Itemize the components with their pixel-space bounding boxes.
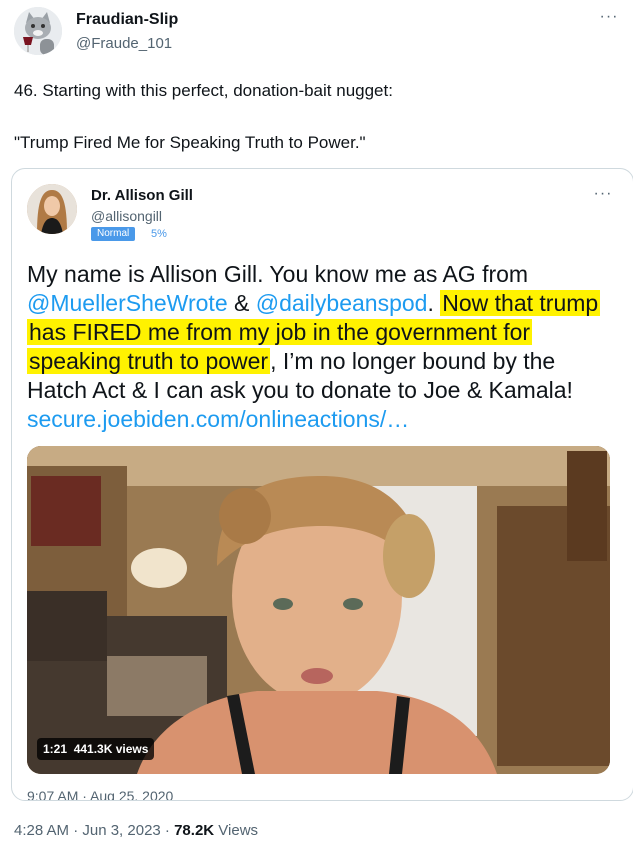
more-options-icon[interactable]: ··· [598, 6, 620, 28]
embedded-more-icon: ··· [593, 185, 613, 202]
tweet-text-line: 46. Starting with this perfect, donation… [14, 81, 393, 100]
tweet-meta: 4:28 AM · Jun 3, 2023 · 78.2K Views [14, 822, 258, 839]
embedded-author-name: Dr. Allison Gill [91, 187, 193, 204]
mention-dailybeanspod: @dailybeanspod [255, 290, 428, 316]
embedded-text-line: @MuellerSheWrote & @dailybeanspod. Now t… [27, 289, 601, 318]
tweet-text-line: "Trump Fired Me for Speaking Truth to Po… [14, 133, 366, 152]
text-fragment: , I’m no longer bound by the [270, 348, 556, 374]
video-duration: 1:21 [43, 742, 68, 756]
video-views: 441.3K views [73, 742, 149, 756]
highlighted-text: speaking truth to power [27, 348, 271, 374]
view-count: 78.2K [174, 822, 215, 839]
author-avatar[interactable] [14, 7, 62, 55]
text-fragment: . [427, 290, 434, 316]
embedded-text-line: My name is Allison Gill. You know me as … [27, 261, 529, 287]
embedded-text-line: Hatch Act & I can ask you to donate to J… [27, 377, 573, 403]
tweet-timestamp[interactable]: 4:28 AM · Jun 3, 2023 · [14, 822, 174, 839]
normal-badge: Normal [91, 227, 136, 241]
highlighted-text: Now that trump [440, 290, 601, 316]
text-fragment: & [227, 290, 256, 316]
views-label: Views [214, 822, 259, 839]
embedded-text-line: has FIRED me from my job in the governme… [27, 318, 533, 347]
badge-percent: 5% [151, 228, 167, 240]
embedded-author-avatar [27, 184, 77, 234]
embedded-timestamp: 9:07 AM · Aug 25, 2020 [27, 788, 174, 801]
author-handle[interactable]: @Fraude_101 [76, 35, 172, 52]
embedded-tweet-screenshot[interactable]: Dr. Allison Gill @allisongill Normal 5% … [11, 168, 633, 801]
woman-portrait-avatar-icon [27, 184, 77, 234]
author-display-name[interactable]: Fraudian-Slip [76, 11, 178, 29]
highlighted-text: has FIRED me from my job in the governme… [27, 319, 533, 345]
donation-link: secure.joebiden.com/onlineactions/… [27, 406, 410, 432]
mention-muellershewrote: @MuellerSheWrote [27, 290, 228, 316]
video-thumbnail: 1:21 441.3K views [27, 446, 610, 774]
video-stats: 1:21 441.3K views [37, 738, 155, 760]
video-frame-image [27, 446, 610, 774]
embedded-text-line: speaking truth to power, I’m no longer b… [27, 347, 555, 376]
cat-with-wine-avatar-icon [14, 7, 62, 55]
embedded-author-handle: @allisongill [91, 208, 163, 224]
